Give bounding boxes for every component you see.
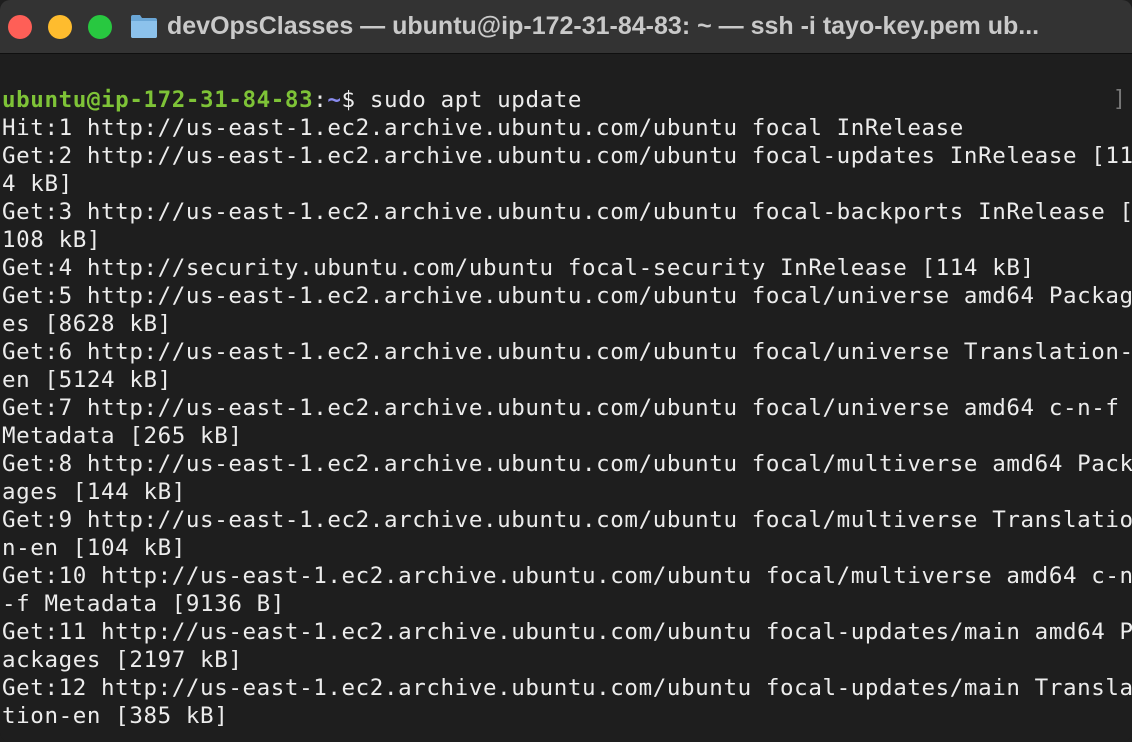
zoom-button[interactable] [88, 15, 112, 39]
command-text: sudo apt update [355, 87, 583, 113]
output-line: Get:5 http://us-east-1.ec2.archive.ubunt… [2, 283, 1132, 309]
output-line: -f Metadata [9136 B] [2, 591, 285, 617]
output-line: Get:4 http://security.ubuntu.com/ubuntu … [2, 255, 1035, 281]
prompt-path: ~ [327, 87, 342, 113]
scroll-marker: ] [1112, 87, 1126, 112]
prompt-colon: : [313, 87, 328, 113]
window-title: devOpsClasses — ubuntu@ip-172-31-84-83: … [167, 12, 1040, 40]
output-line: Get:6 http://us-east-1.ec2.archive.ubunt… [2, 339, 1132, 365]
output-line: Hit:1 http://us-east-1.ec2.archive.ubunt… [2, 115, 964, 141]
output-line: Get:2 http://us-east-1.ec2.archive.ubunt… [2, 143, 1132, 169]
folder-icon [131, 15, 157, 38]
output-line: 108 kB] [2, 227, 102, 253]
close-button[interactable] [8, 15, 32, 39]
minimize-button[interactable] [48, 15, 72, 39]
output-line: Get:10 http://us-east-1.ec2.archive.ubun… [2, 563, 1132, 589]
output-line: Get:12 http://us-east-1.ec2.archive.ubun… [2, 675, 1132, 701]
output-line: Get:8 http://us-east-1.ec2.archive.ubunt… [2, 451, 1132, 477]
output-line: es [8628 kB] [2, 311, 172, 337]
terminal-content[interactable]: ubuntu@ip-172-31-84-83:~$ sudo apt updat… [0, 56, 1132, 742]
output-line: ages [144 kB] [2, 479, 186, 505]
terminal-output: ubuntu@ip-172-31-84-83:~$ sudo apt updat… [2, 86, 1132, 730]
title-bar[interactable]: devOpsClasses — ubuntu@ip-172-31-84-83: … [0, 0, 1132, 54]
output-line: Get:11 http://us-east-1.ec2.archive.ubun… [2, 619, 1132, 645]
output-line: 4 kB] [2, 171, 73, 197]
output-line: n-en [104 kB] [2, 535, 186, 561]
output-line: ackages [2197 kB] [2, 647, 243, 673]
prompt-user-host: ubuntu@ip-172-31-84-83 [2, 87, 314, 113]
prompt-symbol: $ [341, 87, 356, 113]
output-line: Metadata [265 kB] [2, 423, 243, 449]
terminal-window: devOpsClasses — ubuntu@ip-172-31-84-83: … [0, 0, 1132, 742]
output-line: Get:9 http://us-east-1.ec2.archive.ubunt… [2, 507, 1132, 533]
output-line: en [5124 kB] [2, 367, 172, 393]
output-line: tion-en [385 kB] [2, 703, 229, 729]
prompt-line: ubuntu@ip-172-31-84-83:~$ sudo apt updat… [2, 86, 1124, 114]
output-line: Get:7 http://us-east-1.ec2.archive.ubunt… [2, 395, 1120, 421]
output-line: Get:3 http://us-east-1.ec2.archive.ubunt… [2, 199, 1132, 225]
